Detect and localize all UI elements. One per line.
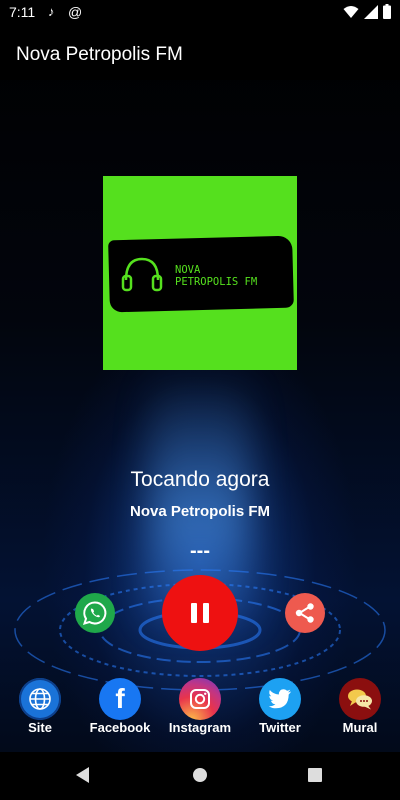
facebook-icon: f <box>99 678 141 720</box>
nav-label-site: Site <box>28 720 52 735</box>
logo-line-2: PETROPOLIS FM <box>175 276 258 288</box>
whatsapp-button[interactable] <box>75 593 115 633</box>
nav-site[interactable]: Site <box>0 676 80 738</box>
nav-instagram[interactable]: Instagram <box>160 676 240 738</box>
pause-icon-bar <box>203 603 209 623</box>
station-logo: NOVA PETROPOLIS FM <box>103 176 297 370</box>
logo-line-1: NOVA <box>175 264 201 276</box>
nav-label-facebook: Facebook <box>89 720 151 735</box>
recents-icon[interactable] <box>308 768 322 782</box>
back-icon[interactable] <box>76 767 89 783</box>
instagram-icon <box>179 678 221 720</box>
twitter-icon <box>259 678 301 720</box>
signal-icon <box>364 5 378 19</box>
app-title: Nova Petropolis FM <box>16 44 183 65</box>
home-icon[interactable] <box>193 768 207 782</box>
status-time: 7:11 <box>9 4 36 20</box>
logo-text: NOVA PETROPOLIS FM <box>175 264 257 288</box>
nav-facebook[interactable]: f Facebook <box>80 676 160 738</box>
now-playing-label: Tocando agora <box>130 468 270 491</box>
at-sign-icon: @ <box>68 4 83 20</box>
chat-bubbles-icon <box>339 678 381 720</box>
nav-label-mural: Mural <box>342 720 378 735</box>
nav-label-instagram: Instagram <box>168 720 232 735</box>
whatsapp-icon <box>82 601 107 625</box>
globe-icon <box>19 678 61 720</box>
nav-mural[interactable]: Mural <box>320 676 400 738</box>
share-icon <box>295 603 314 623</box>
pause-button[interactable] <box>162 575 238 651</box>
nav-twitter[interactable]: Twitter <box>240 676 320 738</box>
share-button[interactable] <box>285 593 325 633</box>
music-note-icon: ♪ <box>48 4 55 19</box>
headphones-icon <box>121 257 163 292</box>
pause-icon <box>191 603 197 623</box>
track-title: --- <box>190 540 210 562</box>
wifi-icon <box>343 6 359 18</box>
status-bar <box>0 0 400 24</box>
battery-icon <box>383 4 391 19</box>
station-name: Nova Petropolis FM <box>129 503 271 520</box>
nav-label-twitter: Twitter <box>259 720 301 735</box>
